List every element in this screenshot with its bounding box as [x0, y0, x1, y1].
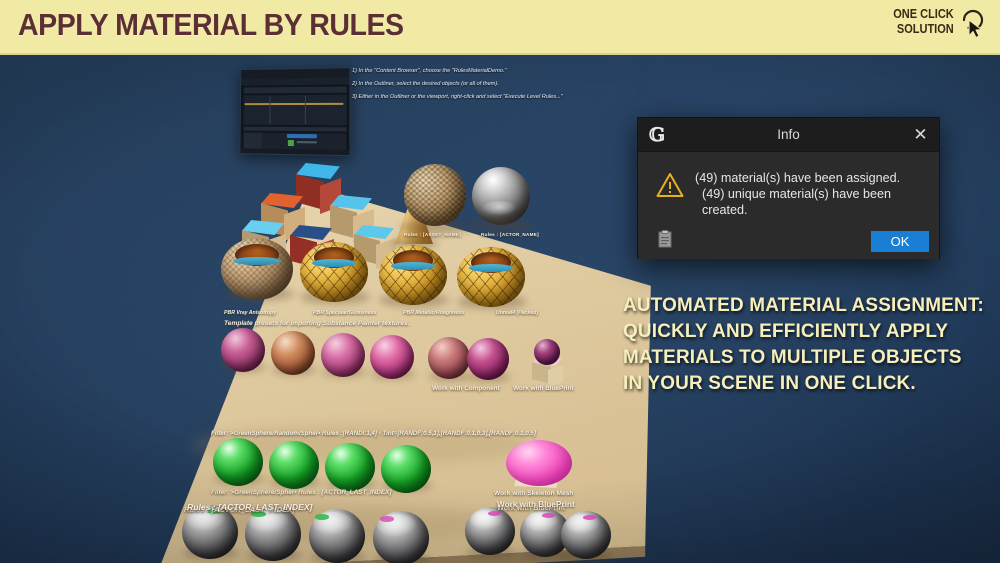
- label-work-with-skeleton-mesh: Work with Skeleton Mesh: [494, 490, 574, 497]
- dialog-titlebar[interactable]: 𝔾 Info ✕: [638, 118, 939, 152]
- ok-button[interactable]: OK: [871, 231, 929, 252]
- sphere-shadow: [470, 220, 534, 232]
- instruction-step-1: 1) In the "Content Browser", choose the …: [352, 68, 507, 74]
- green-sphere: [269, 441, 319, 489]
- label-preset-vray: PBR Vray Anisotropy: [224, 310, 277, 316]
- chrome-numbered-sphere: [245, 507, 301, 561]
- promo-line-1: AUTOMATED MATERIAL ASSIGNMENT:: [623, 294, 985, 316]
- label-rules-actor-name: Rules : [ACTOR_NAME]: [481, 232, 539, 237]
- label-template-note: Template presets for importing Substance…: [224, 320, 410, 327]
- rose-component-sphere-2: [467, 338, 509, 380]
- page-title: APPLY MATERIAL BY RULES: [18, 7, 404, 42]
- magenta-sphere: [370, 335, 414, 379]
- promo-line-4: IN YOUR SCENE IN ONE CLICK.: [623, 372, 916, 394]
- label-filter-random-rules: Filter: >GreenSphere/Random/Spher• Rules…: [211, 430, 536, 437]
- dialog-message-line-2: (49) unique material(s) have been create…: [702, 187, 892, 217]
- label-preset-unreal4: Unreal4 (Packed): [496, 310, 539, 316]
- label-work-with-blueprint-top: Work with BluePrint: [513, 385, 574, 392]
- page-header: APPLY MATERIAL BY RULES ONE CLICK SOLUTI…: [0, 0, 1000, 55]
- copy-to-clipboard-icon[interactable]: [657, 230, 673, 248]
- promo-line-2: QUICKLY AND EFFICIENTLY APPLY: [623, 320, 949, 342]
- wood-knit-sphere: [404, 164, 466, 226]
- blueprint-cube-sphere: [524, 337, 570, 387]
- dialog-body: (49) material(s) have been assigned. (49…: [638, 152, 939, 259]
- dialog-message-line-1: (49) material(s) have been assigned.: [695, 171, 901, 185]
- instruction-step-2: 2) In the Outliner, select the desired o…: [352, 81, 499, 87]
- one-click-solution-badge: ONE CLICK SOLUTION: [885, 7, 986, 39]
- screenshot-root: APPLY MATERIAL BY RULES ONE CLICK SOLUTI…: [0, 0, 1000, 563]
- badge-line-2: SOLUTION: [897, 22, 954, 36]
- green-sphere: [325, 443, 375, 491]
- skeleton-mesh-blob: [506, 440, 576, 490]
- pink-sphere: [321, 333, 365, 377]
- label-filter-green-rules: Filter: >GreenSphere/Spher• Rules : [ACT…: [211, 489, 392, 496]
- chrome-blueprint-sphere: [465, 507, 515, 555]
- label-work-with-component: Work with Component: [432, 385, 500, 392]
- label-rules-asset-name: Rules : [ASSET_NAME]: [404, 232, 462, 237]
- label-work-with-blueprint-bottom-2: Work with BluePrint: [497, 500, 575, 509]
- green-sphere: [381, 445, 431, 493]
- instruction-step-3: 3) Either in the Outliner or the viewpor…: [352, 94, 563, 100]
- dialog-title: Info: [777, 127, 800, 142]
- green-sphere: [213, 438, 263, 486]
- dialog-message: (49) material(s) have been assigned. (49…: [695, 170, 929, 218]
- instruction-list: 1) In the "Content Browser", choose the …: [352, 65, 592, 104]
- promo-line-3: MATERIALS TO MULTIPLE OBJECTS: [623, 346, 962, 368]
- click-cursor-icon: [962, 9, 984, 39]
- badge-line-1: ONE CLICK: [893, 7, 955, 21]
- close-icon[interactable]: ✕: [910, 124, 931, 145]
- vase-gold-2: [379, 245, 447, 305]
- vase-bronze: [221, 238, 293, 300]
- copper-sphere: [271, 331, 315, 375]
- warning-triangle-icon: [656, 173, 684, 197]
- badge-text: ONE CLICK SOLUTION: [894, 7, 955, 37]
- info-dialog: 𝔾 Info ✕ (49) material(s) have been assi…: [637, 117, 940, 259]
- chrome-sphere: [472, 167, 530, 225]
- rose-sphere: [221, 328, 265, 372]
- promo-text: AUTOMATED MATERIAL ASSIGNMENT: QUICKLY A…: [623, 292, 985, 396]
- rose-component-sphere-1: [428, 337, 470, 379]
- chrome-numbered-sphere: [309, 509, 365, 563]
- editor-screenshot-thumbnail: [239, 67, 351, 157]
- label-preset-specular: PBR Specular/Glossiness: [313, 310, 377, 316]
- vase-gold-3: [457, 247, 525, 307]
- vase-gold-1: [300, 242, 368, 302]
- label-rules-actor-last-index-bottom: Rules : [ACTOR_LAST_INDEX]: [187, 502, 313, 512]
- chrome-blueprint-sphere: [561, 511, 611, 559]
- chrome-numbered-sphere: [373, 511, 429, 563]
- label-preset-metallic: PBR Metallic/Roughness: [403, 310, 465, 316]
